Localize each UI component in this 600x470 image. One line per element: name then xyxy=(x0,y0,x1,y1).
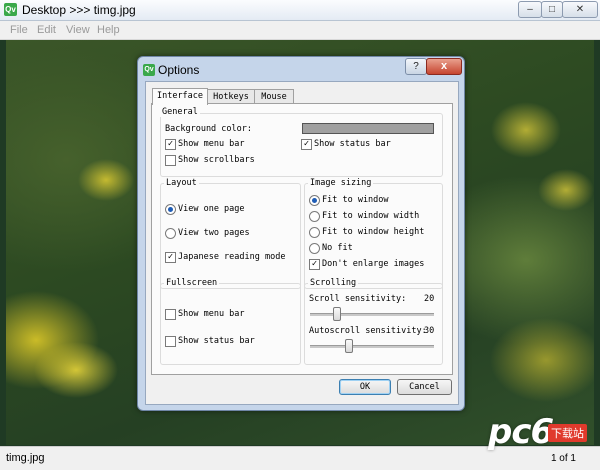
app-icon: Qv xyxy=(4,3,17,16)
dialog-title: Options xyxy=(158,63,200,77)
autoscroll-sensitivity-label: Autoscroll sensitivity: xyxy=(309,326,427,336)
dialog-body: Interface Hotkeys Mouse General Backgrou… xyxy=(145,81,459,405)
scroll-sensitivity-label: Scroll sensitivity: xyxy=(309,294,407,304)
bg-color-label: Background color: xyxy=(165,124,252,134)
show-status-bar-label: Show status bar xyxy=(314,139,391,149)
fit-to-window-radio[interactable] xyxy=(309,195,320,206)
title-bar: Qv Desktop >>> timg.jpg – □ ✕ xyxy=(0,0,600,21)
show-scrollbars-checkbox[interactable] xyxy=(165,155,176,166)
scrolling-label: Scrolling xyxy=(308,278,359,288)
menu-help[interactable]: Help xyxy=(97,24,120,36)
view-one-page-radio[interactable] xyxy=(165,204,176,215)
dont-enlarge-label: Don't enlarge images xyxy=(322,259,425,269)
menu-view[interactable]: View xyxy=(66,24,90,36)
fit-to-window-width-label: Fit to window width xyxy=(322,211,420,221)
show-scrollbars-label: Show scrollbars xyxy=(178,155,255,165)
watermark-tag: 下载站 xyxy=(548,424,587,442)
fullscreen-menu-bar-label: Show menu bar xyxy=(178,309,245,319)
fit-to-window-height-label: Fit to window height xyxy=(322,227,425,237)
tab-hotkeys[interactable]: Hotkeys xyxy=(207,89,255,104)
ok-button[interactable]: OK xyxy=(339,379,391,395)
dialog-title-bar[interactable]: Qv Options ? x xyxy=(138,57,464,81)
show-menu-bar-checkbox[interactable]: ✓ xyxy=(165,139,176,150)
image-sizing-label: Image sizing xyxy=(308,178,374,188)
fit-to-window-height-radio[interactable] xyxy=(309,227,320,238)
menu-file[interactable]: File xyxy=(10,24,28,36)
general-label: General xyxy=(160,107,200,117)
fullscreen-group xyxy=(160,283,301,365)
fullscreen-label: Fullscreen xyxy=(164,278,220,288)
fit-to-window-label: Fit to window xyxy=(322,195,389,205)
show-menu-bar-label: Show menu bar xyxy=(178,139,245,149)
view-one-page-label: View one page xyxy=(178,204,245,214)
watermark-logo: pc6 下载站 xyxy=(488,412,592,462)
window-title: Desktop >>> timg.jpg xyxy=(22,3,136,17)
minimize-button[interactable]: – xyxy=(518,1,542,18)
autoscroll-sensitivity-value: 30 xyxy=(424,326,435,336)
watermark-brand: pc6 xyxy=(488,412,554,452)
no-fit-label: No fit xyxy=(322,243,353,253)
fit-to-window-width-radio[interactable] xyxy=(309,211,320,222)
maximize-button[interactable]: □ xyxy=(541,1,563,18)
options-dialog: Qv Options ? x Interface Hotkeys Mouse G… xyxy=(137,56,465,411)
status-filename: timg.jpg xyxy=(6,452,45,464)
menu-edit[interactable]: Edit xyxy=(37,24,56,36)
interface-panel: General Background color: ✓ Show menu ba… xyxy=(151,103,453,375)
bg-color-swatch[interactable] xyxy=(302,123,434,134)
fullscreen-status-bar-label: Show status bar xyxy=(178,336,255,346)
japanese-reading-checkbox[interactable]: ✓ xyxy=(165,252,176,263)
layout-label: Layout xyxy=(164,178,199,188)
scroll-sensitivity-track[interactable] xyxy=(310,313,434,316)
view-two-pages-label: View two pages xyxy=(178,228,250,238)
cancel-button[interactable]: Cancel xyxy=(397,379,452,395)
view-two-pages-radio[interactable] xyxy=(165,228,176,239)
menu-bar: File Edit View Help xyxy=(0,21,600,40)
autoscroll-sensitivity-track[interactable] xyxy=(310,345,434,348)
japanese-reading-label: Japanese reading mode xyxy=(178,252,286,262)
scroll-sensitivity-value: 20 xyxy=(424,294,435,304)
help-button[interactable]: ? xyxy=(405,58,427,75)
dont-enlarge-checkbox[interactable]: ✓ xyxy=(309,259,320,270)
fullscreen-status-bar-checkbox[interactable] xyxy=(165,336,176,347)
close-window-button[interactable]: ✕ xyxy=(562,1,598,18)
no-fit-radio[interactable] xyxy=(309,243,320,254)
show-status-bar-checkbox[interactable]: ✓ xyxy=(301,139,312,150)
tab-mouse[interactable]: Mouse xyxy=(254,89,294,104)
dialog-close-button[interactable]: x xyxy=(426,58,462,75)
fullscreen-menu-bar-checkbox[interactable] xyxy=(165,309,176,320)
autoscroll-sensitivity-slider[interactable] xyxy=(345,339,353,353)
scroll-sensitivity-slider[interactable] xyxy=(333,307,341,321)
dialog-app-icon: Qv xyxy=(143,64,155,76)
tab-interface[interactable]: Interface xyxy=(152,88,208,105)
